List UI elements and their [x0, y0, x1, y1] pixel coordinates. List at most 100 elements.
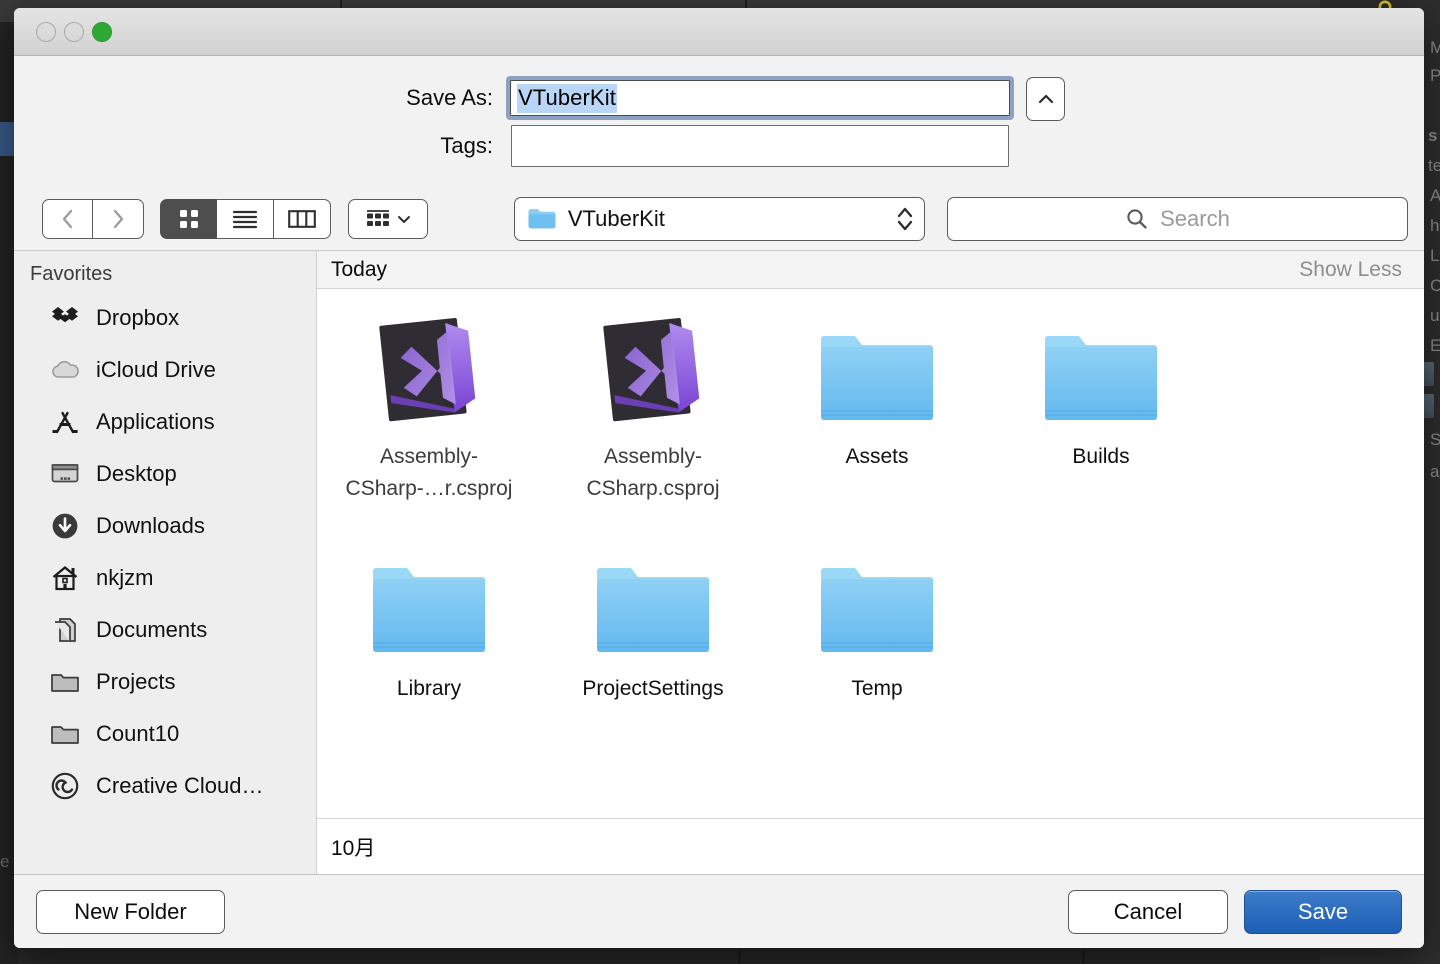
documents-icon [50, 615, 80, 645]
save-as-value: VTuberKit [517, 83, 617, 113]
sidebar-item-label: Desktop [96, 461, 177, 486]
file-name: Assembly- CSharp-…r.csproj [345, 445, 513, 500]
file-name: Assets [845, 445, 909, 468]
group-title: 10月 [331, 836, 376, 860]
icon-view-button[interactable] [160, 199, 217, 239]
dialog-body: Favorites Dropbox iCloud Drive Applicati… [14, 250, 1424, 874]
folder-blue-icon [369, 547, 489, 657]
sidebar-item-desktop[interactable]: Desktop [14, 448, 316, 500]
file-item[interactable]: Builds [989, 307, 1213, 539]
save-as-input[interactable]: VTuberKit [510, 80, 1010, 116]
expand-collapse-button[interactable] [1026, 77, 1065, 121]
cloud-icon [50, 355, 80, 385]
file-grid: Assembly- CSharp-…r.csproj Assembly- CSh… [317, 289, 1424, 818]
file-name: Builds [1072, 445, 1130, 468]
tags-row: Tags: [14, 122, 1424, 170]
path-label: VTuberKit [567, 206, 665, 231]
save-dialog: Save As: VTuberKit Tags: VTuberKit Searc… [14, 8, 1424, 948]
sidebar-item-label: Applications [96, 409, 215, 434]
folder-gray-icon [50, 667, 80, 697]
search-placeholder: Search [1160, 206, 1230, 231]
folder-blue-icon [1041, 315, 1161, 425]
action-menu-icon [367, 210, 390, 226]
show-less-button[interactable]: Show Less [1299, 258, 1402, 282]
sidebar-item-count10[interactable]: Count10 [14, 708, 316, 760]
sidebar-item-label: Projects [96, 669, 176, 694]
sidebar-item-dropbox[interactable]: Dropbox [14, 292, 316, 344]
sidebar-item-applications[interactable]: Applications [14, 396, 316, 448]
sidebar-item-label: Creative Cloud… [96, 773, 264, 798]
save-as-row: Save As: VTuberKit [14, 74, 1424, 122]
columns-icon [288, 210, 316, 228]
sidebar-item-downloads[interactable]: Downloads [14, 500, 316, 552]
action-menu-button[interactable] [348, 199, 428, 239]
navigation-buttons [42, 199, 144, 239]
sidebar-item-creative-cloud[interactable]: Creative Cloud… [14, 760, 316, 812]
save-form: Save As: VTuberKit Tags: [14, 56, 1424, 188]
group-header-today: Today Show Less [317, 251, 1424, 289]
search-field[interactable]: Search [946, 197, 1408, 241]
file-item[interactable]: Assembly- CSharp-…r.csproj [317, 307, 541, 539]
close-button[interactable] [36, 21, 56, 42]
file-item[interactable]: ProjectSettings [541, 539, 765, 771]
sidebar-item-label: Count10 [96, 721, 180, 746]
new-folder-button[interactable]: New Folder [36, 889, 225, 934]
home-icon [50, 563, 80, 593]
save-as-label: Save As: [406, 85, 493, 110]
desktop-icon [50, 459, 80, 489]
view-mode-buttons [160, 199, 331, 239]
dialog-action-bar: New Folder Cancel Save [14, 874, 1424, 948]
folder-blue-icon [817, 315, 937, 425]
file-name: Library [396, 677, 462, 700]
group-title: Today [331, 257, 388, 281]
file-name: ProjectSettings [582, 677, 724, 700]
zoom-button[interactable] [92, 21, 112, 42]
chevron-right-icon [113, 209, 124, 229]
visual-studio-icon [368, 315, 490, 425]
sidebar-item-label: Downloads [96, 513, 205, 538]
folder-gray-icon [50, 719, 80, 749]
sidebar-item-icloud-drive[interactable]: iCloud Drive [14, 344, 316, 396]
file-item[interactable]: Assembly- CSharp.csproj [541, 307, 765, 539]
cancel-button[interactable]: Cancel [1068, 889, 1228, 934]
tags-input[interactable] [511, 125, 1009, 167]
group-header-october: 10月 [317, 818, 1424, 874]
creative-cloud-icon [50, 771, 80, 801]
sidebar-item-documents[interactable]: Documents [14, 604, 316, 656]
minimize-button[interactable] [64, 21, 84, 42]
visual-studio-icon [592, 315, 714, 425]
list-view-button[interactable] [217, 199, 274, 239]
file-item[interactable]: Assets [765, 307, 989, 539]
sidebar-item-label: nkjzm [96, 565, 154, 590]
file-browser: Today Show Less Assembly- CSharp-…r.cspr… [317, 251, 1424, 874]
file-name: Assembly- CSharp.csproj [586, 445, 720, 500]
file-item[interactable]: Library [317, 539, 541, 771]
applications-icon [50, 407, 80, 437]
list-icon [232, 210, 258, 229]
sidebar-item-label: Dropbox [96, 305, 180, 330]
file-item[interactable]: Temp [765, 539, 989, 771]
column-view-button[interactable] [274, 199, 331, 239]
sidebar-item-label: iCloud Drive [96, 357, 216, 382]
sidebar-item-nkjzm[interactable]: nkjzm [14, 552, 316, 604]
dropbox-icon [50, 303, 80, 333]
file-name: Temp [851, 677, 903, 700]
sidebar-item-projects[interactable]: Projects [14, 656, 316, 708]
finder-toolbar: VTuberKit Search [14, 188, 1424, 250]
updown-chevrons-icon [897, 207, 913, 231]
sidebar-section-favorites: Favorites [30, 263, 113, 285]
path-popup-button[interactable]: VTuberKit [513, 197, 925, 241]
save-as-field-focus-ring: VTuberKit [506, 76, 1014, 120]
sidebar-item-label: Documents [96, 617, 208, 642]
dialog-titlebar [14, 8, 1424, 56]
save-button[interactable]: Save [1244, 889, 1402, 934]
search-icon [1127, 209, 1147, 229]
back-button[interactable] [42, 199, 93, 239]
forward-button[interactable] [93, 199, 144, 239]
sidebar: Favorites Dropbox iCloud Drive Applicati… [14, 251, 317, 874]
folder-blue-icon [593, 547, 713, 657]
folder-blue-icon [817, 547, 937, 657]
background-divider [745, 0, 747, 8]
chevron-down-icon [398, 216, 411, 223]
background-divider [738, 950, 741, 964]
